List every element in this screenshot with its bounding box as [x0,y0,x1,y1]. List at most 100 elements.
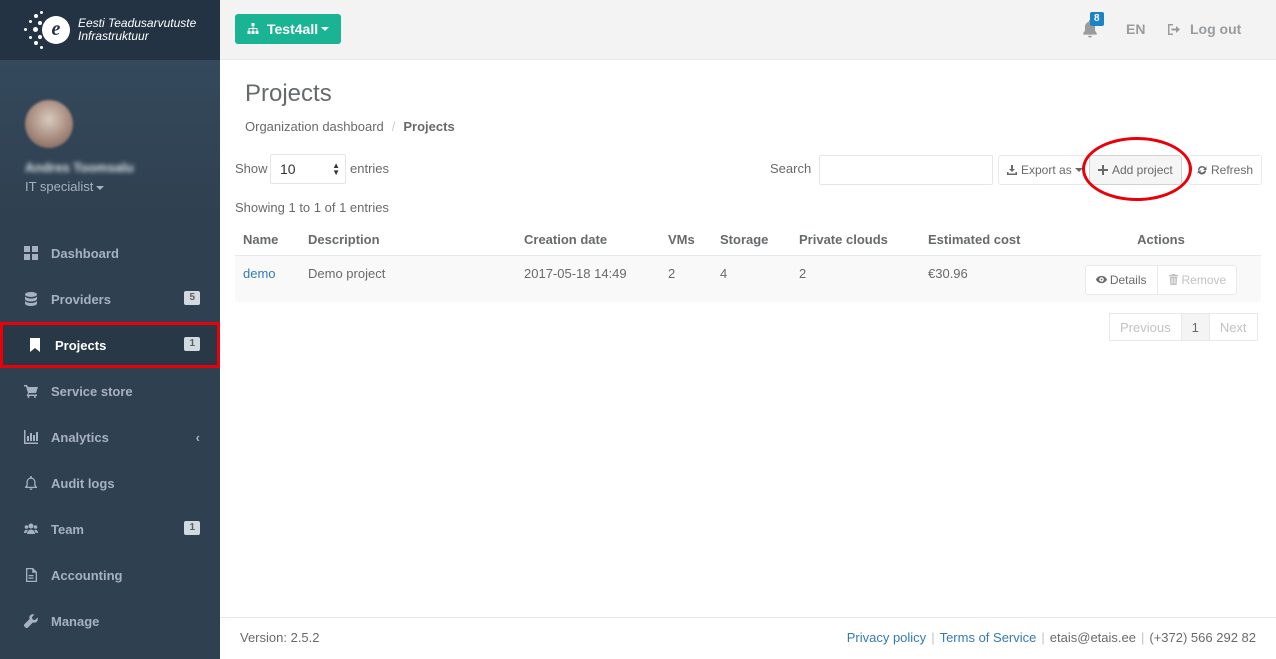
annotation-highlight-circle [1082,137,1192,201]
sidebar-item-analytics[interactable]: Analytics ‹ [0,414,220,460]
language-selector[interactable]: EN [1126,21,1145,37]
logout-button[interactable]: Log out [1168,21,1241,37]
sidebar-item-label: Analytics [51,429,109,445]
sidebar-item-dashboard[interactable]: Dashboard [0,230,220,276]
project-private-clouds: 2 [791,254,920,302]
avatar[interactable] [25,100,73,148]
caret-down-icon [321,27,330,31]
sidebar-item-label: Audit logs [51,475,115,491]
contact-phone: (+372) 566 292 82 [1149,630,1256,645]
count-badge: 1 [184,337,200,351]
wrench-icon [24,614,38,628]
breadcrumb-current: Projects [403,119,455,134]
column-header-private-clouds[interactable]: Private clouds [791,225,920,256]
brand[interactable]: e Eesti Teadusarvutuste Infrastruktuur [0,0,220,60]
terms-of-service-link[interactable]: Terms of Service [940,630,1037,645]
sidebar-nav: Dashboard Providers 5 Projects 1 Service… [0,230,220,644]
column-header-estimated-cost[interactable]: Estimated cost [920,225,1061,256]
entries-label: entries [350,161,390,176]
pagination-page-1[interactable]: 1 [1181,313,1210,341]
table-header-row: Name Description Creation date VMs Stora… [235,225,1261,256]
sidebar: e Eesti Teadusarvutuste Infrastruktuur A… [0,0,220,659]
search-label: Search [770,161,812,176]
etais-logo: e [24,10,70,50]
refresh-icon [1197,165,1207,175]
refresh-button[interactable]: Refresh [1188,155,1263,185]
page-title: Projects [245,80,332,107]
user-profile: Andres Toomsalu IT specialist [0,60,220,220]
project-description: Demo project [300,254,516,302]
remove-button[interactable]: Remove [1157,264,1238,295]
column-header-vms[interactable]: VMs [660,225,712,256]
sidebar-item-label: Providers [51,291,111,307]
download-icon [1007,165,1017,175]
sidebar-item-label: Accounting [51,567,123,583]
cart-icon [24,384,38,398]
sidebar-item-team[interactable]: Team 1 [0,506,220,552]
privacy-policy-link[interactable]: Privacy policy [847,630,926,645]
footer-links: Privacy policy | Terms of Service | etais@et… [846,630,1256,645]
count-badge: 1 [184,521,200,535]
updown-arrows-icon: ▲ ▼ [332,161,340,177]
project-creation-date: 2017-05-18 14:49 [516,254,660,302]
bookmark-icon [28,338,42,352]
sidebar-item-providers[interactable]: Providers 5 [0,276,220,322]
user-name: Andres Toomsalu [25,160,134,175]
sign-out-icon [1168,23,1180,35]
sidebar-item-service-store[interactable]: Service store [0,368,220,414]
page-size-select[interactable]: 10 ▲ ▼ [270,154,346,184]
sidebar-item-projects[interactable]: Projects 1 [0,322,220,368]
sidebar-item-audit-logs[interactable]: Audit logs [0,460,220,506]
topbar: Test4all 8 EN Log out [220,0,1276,60]
organization-selector[interactable]: Test4all [235,14,342,44]
column-header-creation-date[interactable]: Creation date [516,225,660,256]
file-icon [24,568,38,582]
caret-down-icon [96,185,105,190]
sidebar-item-label: Service store [51,383,133,399]
pagination-previous[interactable]: Previous [1109,313,1182,341]
sidebar-item-manage[interactable]: Manage [0,598,220,644]
contact-email: etais@etais.ee [1049,630,1136,645]
project-vms: 2 [660,254,712,302]
count-badge: 5 [184,291,200,305]
table-row: demo Demo project 2017-05-18 14:49 2 4 2… [235,254,1261,302]
organization-name: Test4all [267,21,319,37]
column-header-storage[interactable]: Storage [712,225,791,256]
sidebar-item-label: Manage [51,613,100,629]
project-name-link[interactable]: demo [243,266,276,281]
export-button[interactable]: Export as [998,155,1092,185]
breadcrumb-organization-dashboard[interactable]: Organization dashboard [245,119,384,134]
brand-name: Eesti Teadusarvutuste Infrastruktuur [78,16,197,43]
sidebar-item-label: Projects [55,337,107,353]
sitemap-icon [247,23,259,34]
trash-icon [1168,274,1178,285]
sidebar-item-label: Dashboard [51,245,119,261]
bar-chart-icon [24,430,38,444]
column-header-description[interactable]: Description [300,225,516,256]
users-icon [24,522,38,536]
user-role-dropdown[interactable]: IT specialist [25,179,220,194]
project-storage: 4 [712,254,791,302]
main-content: Projects Organization dashboard / Projects… [220,61,1276,616]
dashboard-icon [24,246,38,260]
search-input[interactable] [819,155,993,185]
sidebar-item-label: Team [51,521,84,537]
row-actions: Details Remove [1069,264,1253,295]
footer: Version: 2.5.2 Privacy policy | Terms of S… [220,617,1276,659]
bell-icon [24,476,38,490]
breadcrumb: Organization dashboard / Projects [245,119,455,134]
details-button[interactable]: Details [1084,264,1158,295]
column-header-actions: Actions [1061,225,1261,256]
pagination-next[interactable]: Next [1209,313,1258,341]
column-header-name[interactable]: Name [235,225,300,256]
version-text: Version: 2.5.2 [240,630,320,645]
pagination: Previous 1 Next [1109,313,1258,341]
table-info: Showing 1 to 1 of 1 entries [235,200,389,215]
sidebar-item-accounting[interactable]: Accounting [0,552,220,598]
show-label: Show [235,161,268,176]
eye-icon [1095,275,1107,284]
database-icon [24,292,38,306]
projects-table: Name Description Creation date VMs Stora… [235,225,1261,302]
notifications-count-badge: 8 [1090,12,1104,26]
project-estimated-cost: €30.96 [920,254,1061,302]
